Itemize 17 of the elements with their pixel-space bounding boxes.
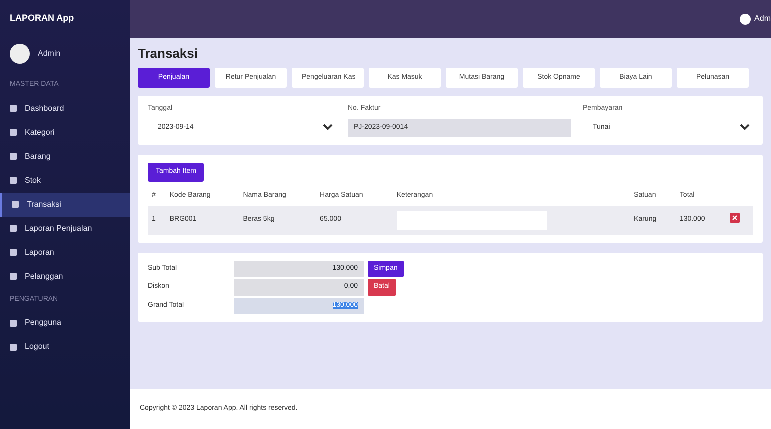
sidebar-item[interactable]: Dashboard xyxy=(0,96,130,120)
sidebar-item[interactable]: Laporan xyxy=(0,240,130,264)
sidebar-item[interactable]: Pengguna xyxy=(0,311,130,335)
brand-logo: LAPORAN App xyxy=(9,12,76,26)
avatar-icon xyxy=(10,44,30,64)
avatar-icon xyxy=(740,14,751,24)
sidebar-item[interactable]: Pelanggan xyxy=(0,264,130,288)
page-title: Transaksi xyxy=(138,45,199,63)
sidebar-item[interactable]: Logout xyxy=(0,335,130,359)
sidebar-item[interactable]: Stok xyxy=(0,168,130,192)
delete-button[interactable] xyxy=(730,213,740,223)
sidebar-item[interactable]: Kategori xyxy=(0,120,130,144)
user-name: Admin xyxy=(38,48,61,60)
sidebar-item[interactable]: Transaksi xyxy=(0,192,130,216)
sidebar-item[interactable]: Laporan Penjualan xyxy=(0,216,130,240)
user-name: Adm xyxy=(754,13,771,25)
sidebar-item[interactable]: Barang xyxy=(0,144,130,168)
